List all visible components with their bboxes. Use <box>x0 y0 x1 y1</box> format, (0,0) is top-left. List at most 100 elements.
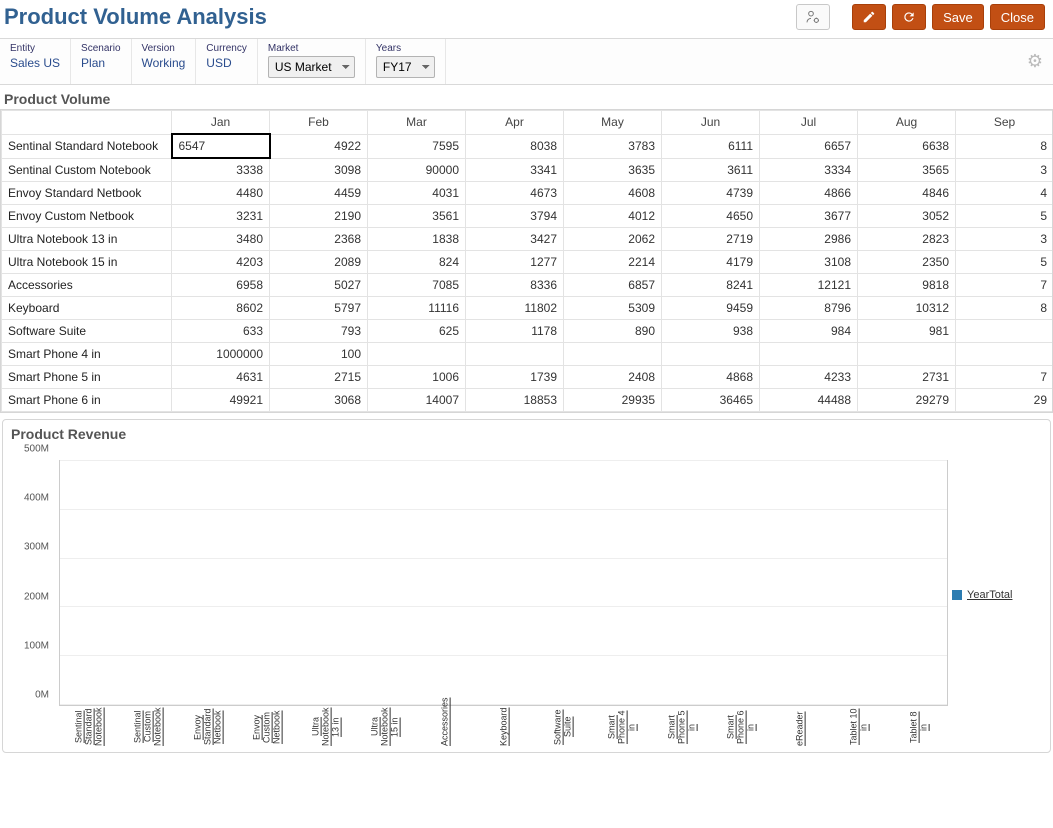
pov-version[interactable]: Version Working <box>132 39 197 84</box>
data-cell[interactable]: 4650 <box>662 205 760 228</box>
data-cell[interactable]: 1178 <box>466 320 564 343</box>
col-header[interactable]: Jan <box>172 111 270 135</box>
data-cell[interactable]: 4868 <box>662 366 760 389</box>
data-cell[interactable]: 90000 <box>368 158 466 182</box>
row-header[interactable]: Ultra Notebook 15 in <box>2 251 172 274</box>
data-cell[interactable]: 4 <box>956 182 1053 205</box>
x-tick-label[interactable]: Envoy Standard Netbook <box>178 708 237 748</box>
data-cell[interactable]: 10312 <box>858 297 956 320</box>
data-cell[interactable]: 1000000 <box>172 343 270 366</box>
data-cell[interactable]: 3 <box>956 228 1053 251</box>
data-cell[interactable]: 2408 <box>564 366 662 389</box>
x-tick-label[interactable]: eReader <box>770 708 829 748</box>
col-header[interactable]: Feb <box>270 111 368 135</box>
data-cell[interactable]: 3108 <box>760 251 858 274</box>
data-cell[interactable] <box>760 343 858 366</box>
data-cell[interactable]: 8602 <box>172 297 270 320</box>
row-header[interactable]: Smart Phone 5 in <box>2 366 172 389</box>
x-tick-label[interactable]: Keyboard <box>474 708 533 748</box>
data-cell[interactable]: 793 <box>270 320 368 343</box>
data-cell[interactable]: 6657 <box>760 134 858 158</box>
data-cell[interactable]: 6857 <box>564 274 662 297</box>
data-cell[interactable]: 8 <box>956 134 1053 158</box>
data-cell[interactable]: 981 <box>858 320 956 343</box>
data-cell[interactable]: 7085 <box>368 274 466 297</box>
data-cell[interactable] <box>564 343 662 366</box>
row-header[interactable]: Sentinal Custom Notebook <box>2 158 172 182</box>
data-cell[interactable]: 3561 <box>368 205 466 228</box>
data-cell[interactable]: 1277 <box>466 251 564 274</box>
data-cell[interactable]: 12121 <box>760 274 858 297</box>
data-cell[interactable]: 4233 <box>760 366 858 389</box>
data-cell[interactable] <box>466 343 564 366</box>
data-cell[interactable]: 2823 <box>858 228 956 251</box>
x-tick-label[interactable]: Software Suite <box>533 708 592 748</box>
pov-entity[interactable]: Entity Sales US <box>0 39 71 84</box>
data-cell[interactable]: 3565 <box>858 158 956 182</box>
data-cell[interactable]: 29935 <box>564 389 662 412</box>
data-cell[interactable]: 3098 <box>270 158 368 182</box>
save-button[interactable]: Save <box>932 4 984 30</box>
data-cell[interactable]: 3341 <box>466 158 564 182</box>
pov-currency[interactable]: Currency USD <box>196 39 258 84</box>
product-volume-grid[interactable]: Jan Feb Mar Apr May Jun Jul Aug Sep Sent… <box>1 110 1053 412</box>
data-cell[interactable]: 49921 <box>172 389 270 412</box>
x-tick-label[interactable]: Tablet 8 in <box>889 708 948 748</box>
data-cell[interactable]: 3611 <box>662 158 760 182</box>
row-header[interactable]: Software Suite <box>2 320 172 343</box>
gear-icon[interactable]: ⚙ <box>1027 51 1043 72</box>
data-cell[interactable]: 2715 <box>270 366 368 389</box>
refresh-button[interactable] <box>892 4 926 30</box>
revenue-chart[interactable]: 0M100M200M300M400M500M Sentinal Standard… <box>11 448 952 748</box>
data-cell[interactable]: 3 <box>956 158 1053 182</box>
row-header[interactable]: Smart Phone 4 in <box>2 343 172 366</box>
data-cell[interactable]: 7595 <box>368 134 466 158</box>
x-tick-label[interactable]: Ultra Notebook 15 in <box>355 708 414 748</box>
data-cell[interactable]: 4031 <box>368 182 466 205</box>
data-cell[interactable]: 4203 <box>172 251 270 274</box>
data-cell[interactable] <box>662 343 760 366</box>
data-cell[interactable]: 8 <box>956 297 1053 320</box>
row-header[interactable]: Keyboard <box>2 297 172 320</box>
data-cell[interactable]: 3338 <box>172 158 270 182</box>
data-cell[interactable]: 3068 <box>270 389 368 412</box>
data-cell[interactable]: 4179 <box>662 251 760 274</box>
data-cell[interactable] <box>956 343 1053 366</box>
data-cell[interactable]: 4459 <box>270 182 368 205</box>
data-cell[interactable]: 824 <box>368 251 466 274</box>
data-cell[interactable]: 890 <box>564 320 662 343</box>
data-cell[interactable]: 6547 <box>172 134 270 158</box>
data-cell[interactable]: 14007 <box>368 389 466 412</box>
data-cell[interactable]: 7 <box>956 274 1053 297</box>
data-cell[interactable]: 18853 <box>466 389 564 412</box>
data-cell[interactable]: 9459 <box>662 297 760 320</box>
row-header[interactable]: Envoy Standard Netbook <box>2 182 172 205</box>
data-cell[interactable]: 3231 <box>172 205 270 228</box>
col-header[interactable]: Mar <box>368 111 466 135</box>
col-header[interactable]: Apr <box>466 111 564 135</box>
data-cell[interactable]: 3783 <box>564 134 662 158</box>
data-cell[interactable]: 4608 <box>564 182 662 205</box>
x-tick-label[interactable]: Smart Phone 5 in <box>652 708 711 748</box>
col-header[interactable]: May <box>564 111 662 135</box>
x-tick-label[interactable]: Envoy Custom Netbook <box>237 708 296 748</box>
data-cell[interactable]: 11802 <box>466 297 564 320</box>
legend-label[interactable]: YearTotal <box>967 589 1012 601</box>
data-cell[interactable]: 3480 <box>172 228 270 251</box>
data-cell[interactable]: 3334 <box>760 158 858 182</box>
col-header[interactable]: Sep <box>956 111 1053 135</box>
data-cell[interactable]: 7 <box>956 366 1053 389</box>
data-cell[interactable] <box>858 343 956 366</box>
data-cell[interactable]: 5309 <box>564 297 662 320</box>
x-tick-label[interactable]: Sentinal Standard Notebook <box>59 708 118 748</box>
data-cell[interactable]: 3427 <box>466 228 564 251</box>
row-header[interactable]: Smart Phone 6 in <box>2 389 172 412</box>
col-header[interactable]: Jul <box>760 111 858 135</box>
data-cell[interactable]: 5797 <box>270 297 368 320</box>
row-header[interactable]: Ultra Notebook 13 in <box>2 228 172 251</box>
data-cell[interactable]: 4673 <box>466 182 564 205</box>
data-cell[interactable]: 29 <box>956 389 1053 412</box>
data-cell[interactable]: 984 <box>760 320 858 343</box>
x-tick-label[interactable]: Ultra Notebook 13 in <box>296 708 355 748</box>
pov-scenario[interactable]: Scenario Plan <box>71 39 131 84</box>
